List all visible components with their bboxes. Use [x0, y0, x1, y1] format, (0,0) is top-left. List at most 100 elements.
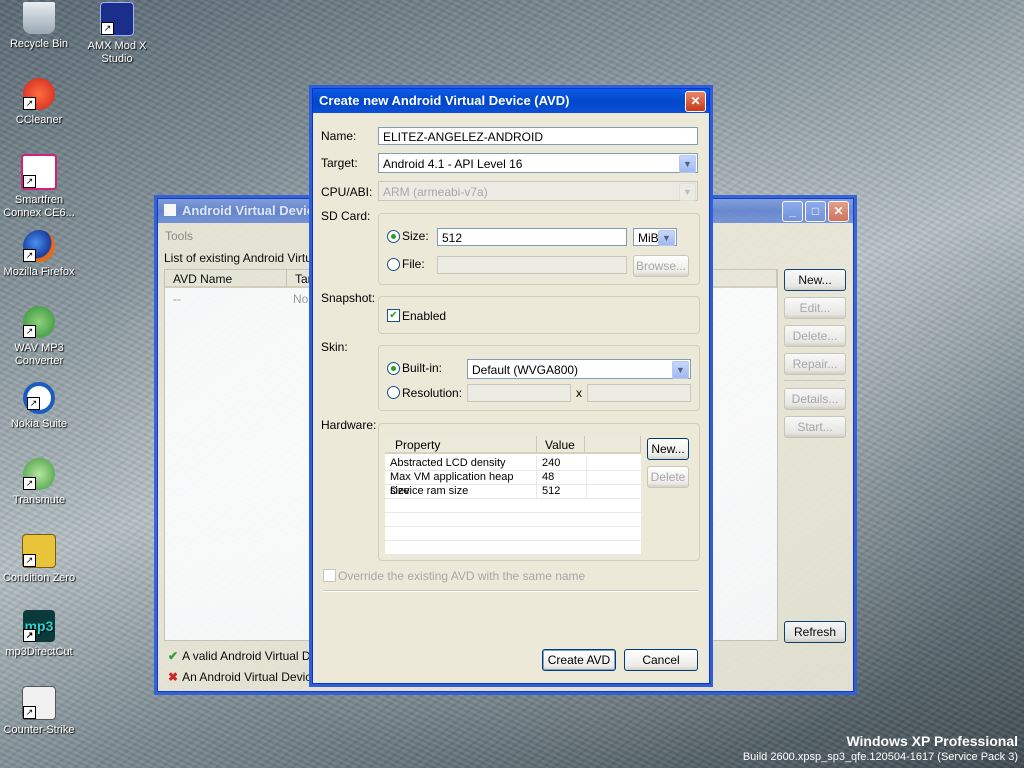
hw-property: Abstracted LCD density — [385, 456, 537, 470]
desktop-icon-label: Smartfren Connex CE6... — [3, 194, 75, 219]
skin-builtin-value: Default (WVGA800) — [472, 363, 579, 377]
skin-builtin-select[interactable]: Default (WVGA800) ▼ — [467, 359, 691, 379]
resolution-height-field[interactable] — [587, 384, 691, 402]
size-label: Size: — [402, 229, 429, 243]
snapshot-group: ✔ Enabled — [378, 296, 700, 334]
desktop-icon-label: CCleaner — [15, 114, 63, 126]
create-avd-button[interactable]: Create AVD — [542, 649, 616, 671]
delete-avd-button[interactable]: Delete... — [784, 325, 846, 347]
desktop-icon-counter-strike[interactable]: ↗ Counter-Strike — [0, 686, 78, 737]
legend-invalid: ✖ An Android Virtual Device — [168, 670, 318, 684]
cancel-button[interactable]: Cancel — [624, 649, 698, 671]
desktop-icon-amx-mod-x-studio[interactable]: ↗ AMX Mod X Studio — [78, 2, 156, 66]
separator — [323, 590, 698, 592]
hardware-label: Hardware: — [321, 418, 377, 432]
target-label: Target: — [321, 156, 358, 170]
legend-valid-text: A valid Android Virtual Dev — [182, 649, 324, 663]
hardware-delete-button[interactable]: Delete — [647, 466, 689, 488]
close-icon[interactable]: ✕ — [685, 91, 706, 112]
desktop-icon-nokia-suite[interactable]: ↗ Nokia Suite — [0, 382, 78, 431]
sdcard-label: SD Card: — [321, 209, 371, 223]
hardware-new-button[interactable]: New... — [647, 438, 689, 460]
desktop-icon-wav-mp3-converter[interactable]: ↗ WAV MP3 Converter — [0, 306, 78, 368]
cpu-select[interactable]: ARM (armeabi-v7a) ▼ — [378, 181, 698, 201]
override-label: Override the existing AVD with the same … — [338, 569, 586, 583]
desktop-icon-transmute[interactable]: ↗ Transmute — [0, 458, 78, 507]
column-header — [585, 436, 641, 454]
resolution-label: Resolution: — [402, 386, 463, 400]
column-header[interactable]: Property — [385, 436, 537, 454]
chevron-down-icon: ▼ — [672, 361, 689, 379]
skin-builtin-radio[interactable] — [387, 362, 400, 375]
desktop-icon-firefox[interactable]: ↗ Mozilla Firefox — [0, 230, 78, 279]
desktop-icon-label: Transmute — [12, 494, 66, 506]
hw-value: 512 — [537, 484, 587, 498]
table-row[interactable]: Max VM application heap size 48 — [385, 470, 641, 497]
os-build: Build 2600.xpsp_sp3_qfe.120504-1617 (Ser… — [742, 751, 1018, 763]
button-divider — [784, 380, 846, 381]
refresh-button[interactable]: Refresh — [784, 621, 846, 643]
start-avd-button[interactable]: Start... — [784, 416, 846, 438]
avd-row-name: -- — [173, 292, 181, 306]
desktop-icon-ccleaner[interactable]: ↗ CCleaner — [0, 78, 78, 127]
enabled-label: Enabled — [402, 309, 447, 323]
sdcard-size-radio[interactable] — [387, 230, 400, 243]
sdcard-group: Size: 512 MiB ▼ File: Browse... — [378, 213, 700, 285]
desktop-icon-mp3directcut[interactable]: mp3 ↗ mp3DirectCut — [0, 610, 78, 659]
desktop-icon-label: WAV MP3 Converter — [14, 342, 64, 367]
create-avd-dialog: Create new Android Virtual Device (AVD) … — [312, 88, 710, 684]
edit-avd-button[interactable]: Edit... — [784, 297, 846, 319]
desktop-icon-label: AMX Mod X Studio — [87, 40, 147, 65]
cpu-label: CPU/ABI: — [321, 185, 373, 199]
target-select-value: Android 4.1 - API Level 16 — [383, 157, 523, 171]
browse-button[interactable]: Browse... — [633, 255, 689, 277]
hardware-table[interactable]: Property Value Abstracted LCD density 24… — [385, 436, 641, 555]
desktop-icon-label: Nokia Suite — [10, 418, 68, 430]
smartfren-icon: ↗ — [21, 154, 57, 190]
chevron-down-icon: ▼ — [679, 155, 696, 173]
target-select[interactable]: Android 4.1 - API Level 16 ▼ — [378, 153, 698, 173]
sdcard-size-field[interactable]: 512 — [437, 228, 627, 246]
minimize-icon[interactable]: _ — [782, 201, 803, 222]
condition-zero-icon: ↗ — [22, 534, 56, 568]
avd-name-field[interactable]: ELITEZ-ANGELEZ-ANDROID — [378, 127, 698, 145]
maximize-icon[interactable]: □ — [805, 201, 826, 222]
skin-resolution-radio[interactable] — [387, 386, 400, 399]
new-avd-button[interactable]: New... — [784, 269, 846, 291]
dialog-titlebar[interactable]: Create new Android Virtual Device (AVD) … — [313, 89, 709, 113]
desktop-icon-condition-zero[interactable]: ↗ Condition Zero — [0, 534, 78, 585]
amx-mod-x-icon: ↗ — [100, 2, 134, 36]
skin-group: Built-in: Default (WVGA800) ▼ Resolution… — [378, 345, 700, 411]
checkmark-icon: ✔ — [168, 649, 179, 663]
legend-invalid-text: An Android Virtual Device — [182, 670, 318, 684]
sdcard-file-field[interactable] — [437, 256, 627, 274]
table-row[interactable]: Device ram size 512 — [385, 484, 641, 499]
desktop-icon-label: Mozilla Firefox — [3, 266, 75, 278]
ccleaner-icon: ↗ — [23, 78, 55, 110]
column-header[interactable]: AVD Name — [165, 270, 287, 288]
column-header[interactable]: Value — [537, 436, 585, 454]
override-checkbox[interactable] — [323, 569, 336, 582]
resolution-width-field[interactable] — [467, 384, 571, 402]
nokia-suite-icon: ↗ — [23, 382, 55, 414]
details-avd-button[interactable]: Details... — [784, 388, 846, 410]
menu-tools[interactable]: Tools — [165, 229, 193, 243]
desktop-icon-recycle-bin[interactable]: Recycle Bin — [0, 2, 78, 51]
hw-property: Max VM application heap size — [385, 470, 537, 497]
firefox-icon: ↗ — [23, 230, 55, 262]
recycle-bin-icon — [23, 2, 55, 34]
hardware-group: Property Value Abstracted LCD density 24… — [378, 423, 700, 561]
table-row[interactable]: Abstracted LCD density 240 — [385, 456, 641, 471]
repair-avd-button[interactable]: Repair... — [784, 353, 846, 375]
table-row — [385, 512, 641, 527]
cpu-select-value: ARM (armeabi-v7a) — [383, 185, 488, 199]
snapshot-enabled-checkbox[interactable]: ✔ — [387, 309, 400, 322]
dialog-title: Create new Android Virtual Device (AVD) — [319, 93, 570, 108]
sdcard-unit-select[interactable]: MiB ▼ — [633, 228, 677, 246]
mp3directcut-icon: mp3 ↗ — [23, 610, 55, 642]
desktop-icon-smartfren[interactable]: ↗ Smartfren Connex CE6... — [0, 154, 78, 220]
sdcard-file-radio[interactable] — [387, 258, 400, 271]
table-row — [385, 540, 641, 555]
close-icon[interactable]: ✕ — [828, 201, 849, 222]
avd-row-target: No — [293, 292, 309, 306]
